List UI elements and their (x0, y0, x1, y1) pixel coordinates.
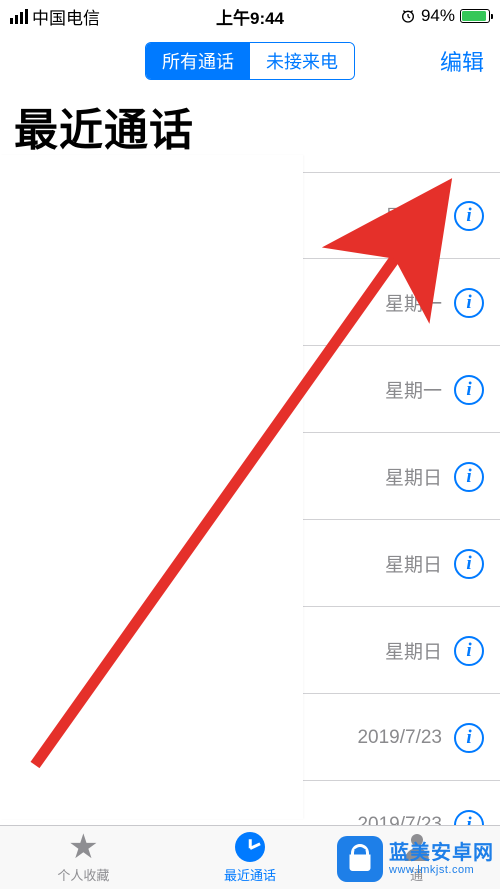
status-left: 中国电信 (10, 4, 100, 29)
edit-button[interactable]: 编辑 (440, 45, 484, 77)
info-icon[interactable]: i (454, 201, 484, 231)
carrier-label: 中国电信 (32, 4, 100, 29)
watermark-url: www.lmkjst.com (389, 864, 494, 876)
watermark: 蓝美安卓网 www.lmkjst.com (337, 829, 500, 889)
tab-favorites[interactable]: ★ 个人收藏 (43, 830, 123, 889)
battery-pct: 94% (421, 6, 455, 26)
alarm-icon (400, 8, 416, 24)
info-icon[interactable]: i (454, 723, 484, 753)
segmented-control: 所有通话 未接来电 (145, 42, 355, 80)
tab-recents[interactable]: 最近通话 (210, 830, 290, 889)
watermark-title: 蓝美安卓网 (389, 842, 494, 864)
watermark-logo-icon (337, 836, 383, 882)
star-icon: ★ (66, 830, 100, 864)
battery-icon (460, 9, 490, 23)
status-right: 94% (400, 6, 490, 26)
clock-icon (233, 830, 267, 864)
redaction-overlay (0, 155, 303, 819)
info-icon[interactable]: i (454, 375, 484, 405)
info-icon[interactable]: i (454, 549, 484, 579)
call-date: 2019/7/23 (357, 727, 442, 749)
info-icon[interactable]: i (454, 288, 484, 318)
status-time: 上午9:44 (216, 4, 284, 29)
call-date: 星期一 (385, 289, 442, 316)
call-date: 星期日 (385, 463, 442, 490)
signal-icon (10, 9, 28, 24)
info-icon[interactable]: i (454, 636, 484, 666)
info-icon[interactable]: i (454, 462, 484, 492)
status-bar: 中国电信 上午9:44 94% (0, 0, 500, 32)
call-date: 星期日 (385, 550, 442, 577)
call-date: 星期一 (385, 376, 442, 403)
segment-missed-calls[interactable]: 未接来电 (250, 43, 354, 79)
tab-label: 最近通话 (224, 865, 276, 884)
call-date: 星期三 (385, 202, 442, 229)
segment-all-calls[interactable]: 所有通话 (146, 43, 250, 79)
call-date: 星期日 (385, 637, 442, 664)
nav-bar: 所有通话 未接来电 编辑 (0, 32, 500, 90)
tab-label: 个人收藏 (57, 865, 109, 884)
